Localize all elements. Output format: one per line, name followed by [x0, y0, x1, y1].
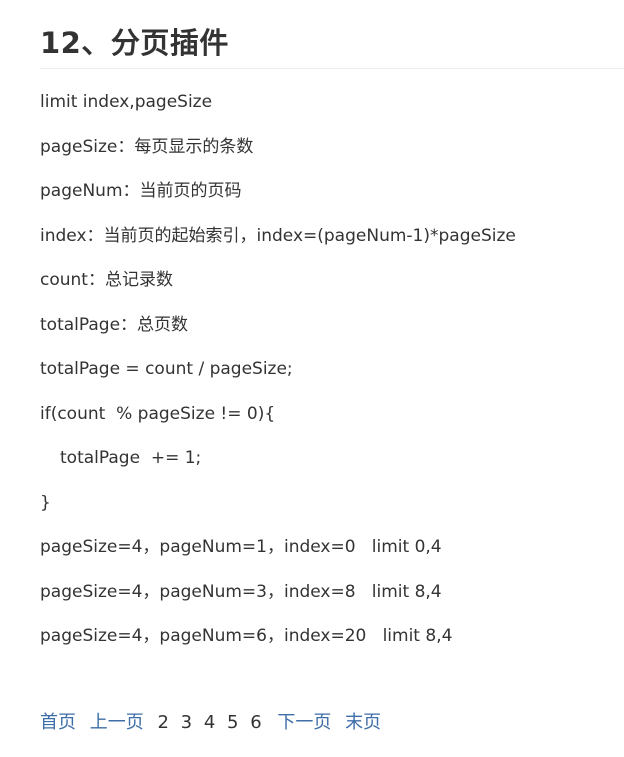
code-line: totalPage = count / pageSize;	[40, 359, 293, 379]
pagination: 首页 上一页 2 3 4 5 6 下一页 末页	[40, 710, 389, 736]
pager-prev-link[interactable]: 上一页	[90, 712, 144, 733]
pager-page-number: 6	[250, 712, 262, 733]
example-line: pageSize=4，pageNum=3，index=8 limit 8,4	[40, 581, 442, 602]
pager-last-link[interactable]: 末页	[345, 712, 381, 733]
pager-page-number: 2	[157, 712, 169, 733]
section-heading: 12、分页插件	[40, 26, 229, 60]
example-line: pageSize=4，pageNum=1，index=0 limit 0,4	[40, 537, 442, 557]
text-line: index：当前页的起始索引，index=(pageNum-1)*pageSiz…	[40, 225, 516, 246]
content-lines: limit index,pageSize pageSize：每页显示的条数 pa…	[40, 90, 620, 669]
pager-page-number: 4	[203, 712, 216, 733]
text-line: pageNum：当前页的页码	[40, 181, 242, 201]
pager-next-link[interactable]: 下一页	[277, 712, 331, 733]
text-line: totalPage：总页数	[40, 314, 189, 335]
code-line: }	[40, 492, 51, 513]
example-line: pageSize=4，pageNum=6，index=20 limit 8,4	[40, 626, 453, 646]
text-line: pageSize：每页显示的条数	[40, 136, 254, 157]
text-line: count：总记录数	[40, 270, 173, 290]
pager-page-number: 3	[180, 712, 193, 733]
text-line: limit index,pageSize	[40, 92, 213, 112]
pager-first-link[interactable]: 首页	[40, 712, 76, 733]
code-line: totalPage += 1;	[60, 448, 202, 468]
heading-divider	[40, 68, 624, 69]
pager-page-number: 5	[227, 712, 239, 733]
code-line: if(count % pageSize != 0){	[40, 403, 276, 424]
